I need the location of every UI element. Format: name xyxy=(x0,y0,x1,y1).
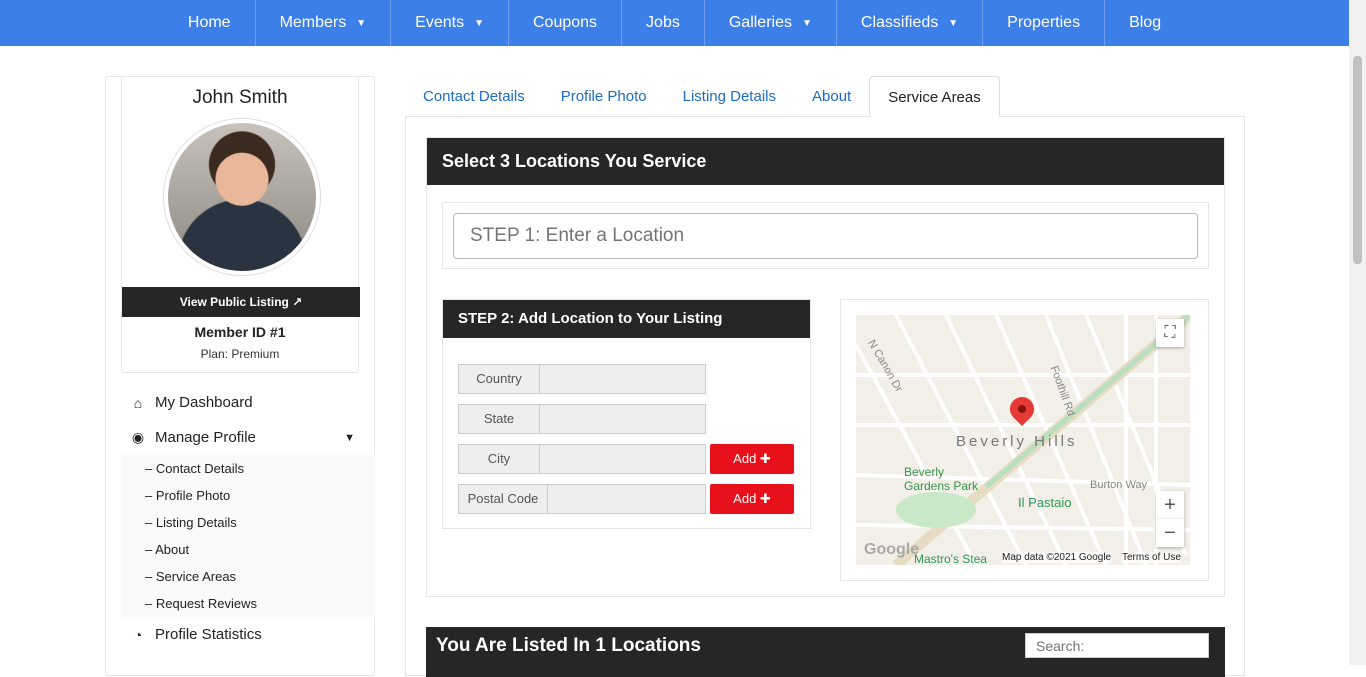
step2-title: STEP 2: Add Location to Your Listing xyxy=(443,300,810,338)
location-search-input[interactable] xyxy=(453,213,1198,259)
map-data-credit: Map data ©2021 Google xyxy=(1002,552,1112,563)
top-navigation: Home Members ▼ Events ▼ Coupons Jobs Galle… xyxy=(0,0,1349,46)
city-map-label: Beverly Hills xyxy=(956,433,1078,450)
home-icon: ⌂ xyxy=(133,394,143,411)
service-areas-section: Select 3 Locations You Service STEP 2: A… xyxy=(426,137,1225,597)
tab-contact-details[interactable]: Contact Details xyxy=(405,76,543,117)
zoom-in-button[interactable]: + xyxy=(1156,491,1184,519)
sidebar-subitem-request-reviews[interactable]: – Request Reviews xyxy=(121,590,375,617)
nav-galleries[interactable]: Galleries ▼ xyxy=(705,0,837,46)
nav-jobs[interactable]: Jobs xyxy=(622,0,705,46)
sidebar-subitem-profile-photo[interactable]: – Profile Photo xyxy=(121,482,375,509)
nav-events[interactable]: Events ▼ xyxy=(391,0,509,46)
user-circle-icon: ◉ xyxy=(131,429,145,445)
postal-row: Postal Code xyxy=(458,484,706,514)
page-scrollbar[interactable] xyxy=(1349,0,1366,665)
plan-label: Plan: Premium xyxy=(200,347,280,361)
pie-chart-icon: ◔ xyxy=(133,626,143,643)
state-label: State xyxy=(458,404,540,434)
sidebar-item-dashboard[interactable]: ⌂ My Dashboard xyxy=(121,385,375,420)
caret-down-icon: ▼ xyxy=(948,17,959,29)
listed-locations-title: You Are Listed In 1 Locations xyxy=(436,635,701,656)
profile-tabs: Contact Details Profile Photo Listing De… xyxy=(405,76,1000,117)
caret-down-icon: ▼ xyxy=(474,17,484,29)
sidebar-subitem-service-areas[interactable]: – Service Areas xyxy=(121,563,375,590)
map-box: N Canon Dr Foothill Rd Beverly Hills Bev… xyxy=(840,299,1209,581)
external-link-icon: ↗ xyxy=(292,295,303,309)
country-row: Country xyxy=(458,364,706,394)
country-field[interactable] xyxy=(540,364,706,394)
tab-service-areas[interactable]: Service Areas xyxy=(869,76,1000,117)
listed-locations-header: You Are Listed In 1 Locations xyxy=(426,627,1225,677)
tab-panel: Select 3 Locations You Service STEP 2: A… xyxy=(405,116,1245,677)
city-field[interactable] xyxy=(540,444,706,474)
locations-search-input[interactable] xyxy=(1025,633,1209,658)
step2-box: STEP 2: Add Location to Your Listing Cou… xyxy=(442,299,811,529)
caret-down-icon: ▼ xyxy=(356,17,367,29)
city-label: City xyxy=(458,444,540,474)
profile-name: John Smith xyxy=(192,87,288,108)
sidebar: John Smith View Public Listing ↗ Member … xyxy=(105,76,375,676)
nav-properties[interactable]: Properties xyxy=(983,0,1106,46)
sidebar-item-profile-statistics[interactable]: ◔ Profile Statistics xyxy=(121,617,375,652)
google-logo: Google xyxy=(864,541,920,558)
view-public-listing-button[interactable]: View Public Listing ↗ xyxy=(122,287,360,317)
nav-home[interactable]: Home xyxy=(164,0,256,46)
map[interactable]: N Canon Dr Foothill Rd Beverly Hills Bev… xyxy=(856,315,1190,565)
nav-members[interactable]: Members ▼ xyxy=(256,0,392,46)
tab-profile-photo[interactable]: Profile Photo xyxy=(543,76,665,117)
nav-blog[interactable]: Blog xyxy=(1105,0,1185,46)
scrollbar-thumb[interactable] xyxy=(1353,56,1362,264)
side-menu: ⌂ My Dashboard ◉ Manage Profile ▼ – Cont… xyxy=(121,385,375,652)
park-map-label: Beverly Gardens Park xyxy=(904,465,979,493)
caret-down-icon: ▼ xyxy=(344,431,355,444)
country-label: Country xyxy=(458,364,540,394)
tab-listing-details[interactable]: Listing Details xyxy=(665,76,794,117)
nav-classifieds[interactable]: Classifieds ▼ xyxy=(837,0,984,46)
poi-label: Mastro's Stea xyxy=(914,552,987,565)
sidebar-item-manage-profile[interactable]: ◉ Manage Profile ▼ xyxy=(121,420,375,455)
map-marker-dot xyxy=(1018,405,1026,413)
sidebar-subitem-about[interactable]: – About xyxy=(121,536,375,563)
sidebar-subitem-contact-details[interactable]: – Contact Details xyxy=(121,455,375,482)
fullscreen-icon[interactable]: ⛶ xyxy=(1156,319,1184,347)
member-id: Member ID #1 xyxy=(194,324,286,340)
manage-profile-submenu: – Contact Details – Profile Photo – List… xyxy=(121,455,375,617)
step1-box xyxy=(442,202,1209,269)
city-row: City xyxy=(458,444,706,474)
add-postal-code-button[interactable]: Add ✚ xyxy=(710,484,794,514)
add-city-button[interactable]: Add ✚ xyxy=(710,444,794,474)
state-row: State xyxy=(458,404,706,434)
caret-down-icon: ▼ xyxy=(801,17,812,29)
sidebar-subitem-listing-details[interactable]: – Listing Details xyxy=(121,509,375,536)
street-label: Burton Way xyxy=(1090,479,1148,491)
state-field[interactable] xyxy=(540,404,706,434)
poi-label: Il Pastaio xyxy=(1018,495,1072,510)
postal-code-field[interactable] xyxy=(548,484,706,514)
tab-about[interactable]: About xyxy=(794,76,869,117)
terms-of-use-link[interactable]: Terms of Use xyxy=(1122,552,1181,563)
postal-code-label: Postal Code xyxy=(458,484,548,514)
nav-coupons[interactable]: Coupons xyxy=(509,0,623,46)
profile-card: John Smith View Public Listing ↗ Member … xyxy=(121,77,360,373)
zoom-out-button[interactable]: − xyxy=(1156,519,1184,547)
avatar xyxy=(164,119,320,275)
section-title: Select 3 Locations You Service xyxy=(427,138,1224,185)
